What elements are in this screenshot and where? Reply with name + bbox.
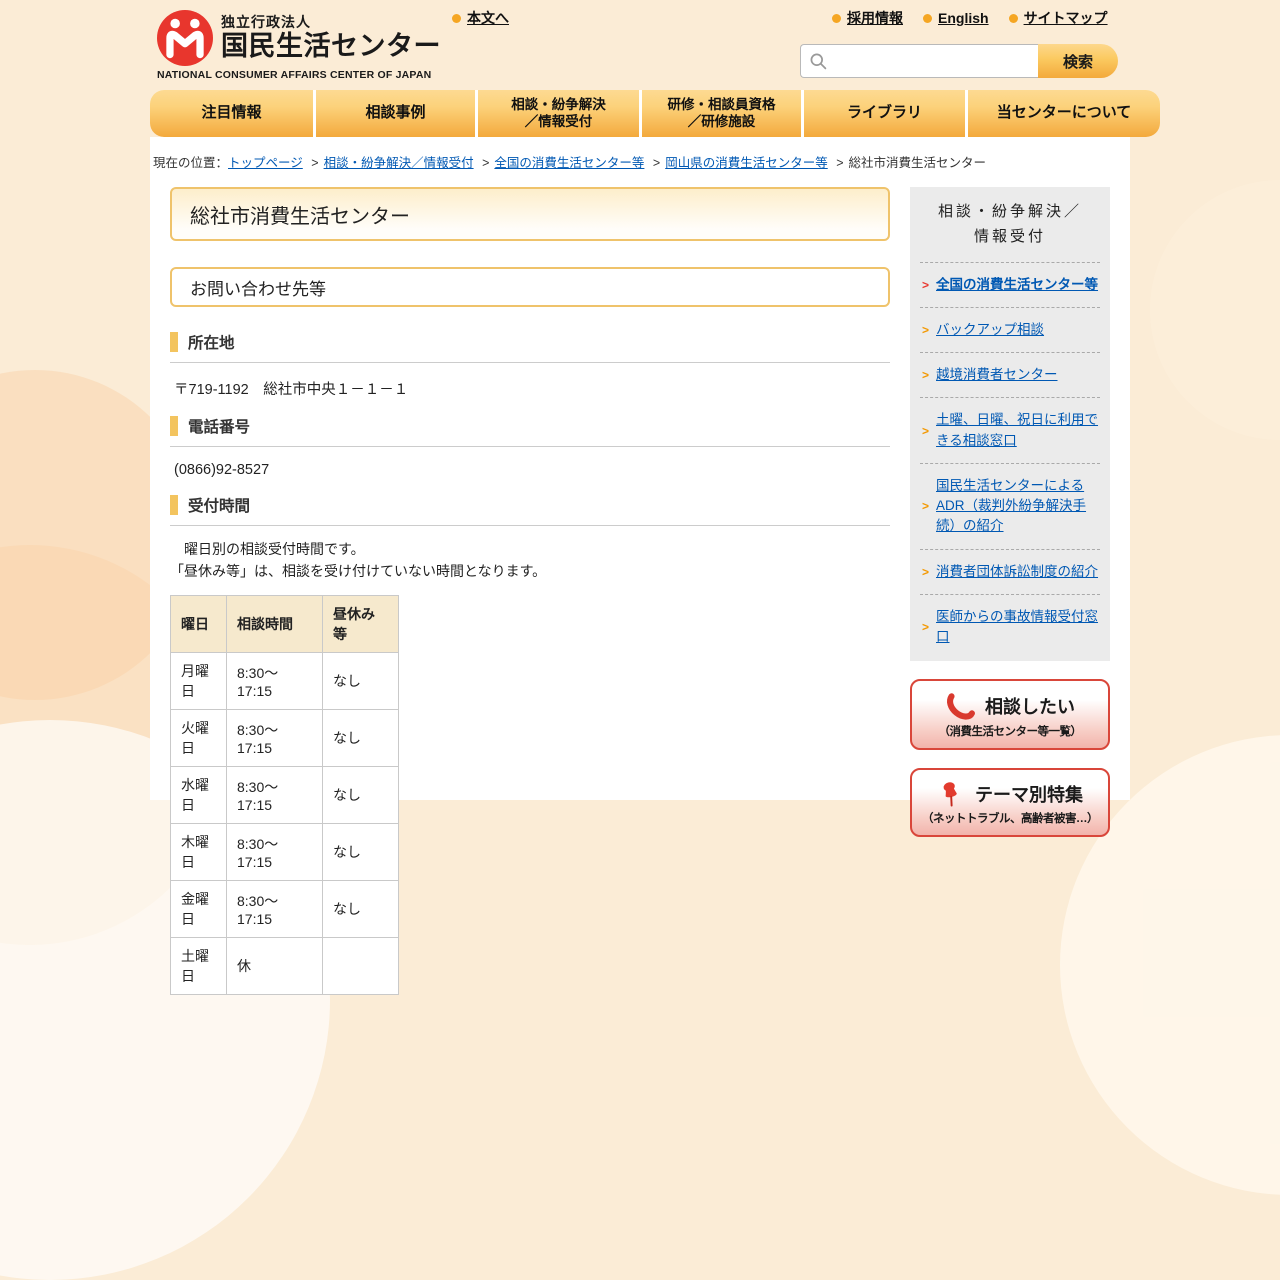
table-header-row: 曜日 相談時間 昼休み等 (170, 594, 399, 653)
breadcrumb-separator: > (482, 156, 490, 170)
nav-item-cases[interactable]: 相談事例 (316, 90, 475, 137)
theme-feature-button[interactable]: テーマ別特集 （ネットトラブル、高齢者被害…） (910, 768, 1110, 838)
bullet-icon (923, 13, 932, 23)
nav-item-training[interactable]: 研修・相談員資格 ／研修施設 (642, 90, 801, 137)
site-logo[interactable]: 独立行政法人 国民生活センター NATIONAL CONSUMER AFFAIR… (157, 10, 441, 81)
hours-table: 曜日 相談時間 昼休み等 月曜日 8:30～17:15 なし 火曜日 8:30～… (170, 594, 399, 995)
arrow-icon: > (922, 564, 930, 579)
heading-bar-icon (170, 495, 178, 515)
english-link[interactable]: English (923, 8, 989, 28)
sidebar-item-adr[interactable]: > 国民生活センターによるADR（裁判外紛争解決手続）の紹介 (920, 462, 1100, 549)
breadcrumb: 現在の位置：トップページ > 相談・紛争解決／情報受付 > 全国の消費生活センター等… (150, 137, 1130, 171)
search-bar: 検索 (800, 44, 1118, 78)
arrow-icon: > (922, 322, 930, 337)
ncac-logo-icon (157, 10, 213, 66)
search-button[interactable]: 検索 (1038, 44, 1118, 78)
sidebar-item-crossborder[interactable]: > 越境消費者センター (920, 352, 1100, 397)
sidebar: 相談・紛争解決／ 情報受付 > 全国の消費生活センター等 > バックアップ相談 … (910, 187, 1110, 995)
phone-value: (0866)92-8527 (174, 462, 270, 478)
sidebar-menu: 相談・紛争解決／ 情報受付 > 全国の消費生活センター等 > バックアップ相談 … (910, 187, 1110, 662)
nav-item-featured[interactable]: 注目情報 (150, 90, 313, 137)
col-header-day: 曜日 (170, 594, 227, 653)
nav-item-about[interactable]: 当センターについて (968, 90, 1160, 137)
col-header-time: 相談時間 (226, 594, 323, 653)
arrow-icon: > (922, 368, 930, 383)
bullet-icon (832, 13, 841, 23)
heading-bar-icon (170, 416, 178, 436)
address-value: 〒719-1192 総社市中央１－１－１ (174, 382, 409, 398)
nav-item-consultation[interactable]: 相談・紛争解決 ／情報受付 (478, 90, 639, 137)
recruit-link[interactable]: 採用情報 (832, 8, 903, 28)
arrow-icon: > (922, 277, 930, 292)
sidebar-heading: 相談・紛争解決／ 情報受付 (937, 203, 1082, 245)
org-name: 国民生活センター (221, 31, 441, 61)
org-name-english: NATIONAL CONSUMER AFFAIRS CENTER OF JAPA… (157, 69, 432, 81)
table-row: 月曜日 8:30～17:15 なし (170, 651, 399, 710)
nav-item-library[interactable]: ライブラリ (804, 90, 965, 137)
arrow-icon: > (922, 499, 930, 514)
table-row: 金曜日 8:30～17:15 なし (170, 879, 399, 938)
breadcrumb-link-consultation[interactable]: 相談・紛争解決／情報受付 (324, 156, 474, 170)
skip-link-label[interactable]: 本文へ (467, 8, 509, 28)
heading-bar-icon (170, 332, 178, 352)
main-content: 総社市消費生活センター お問い合わせ先等 所在地 〒719-1192 総社市中央… (170, 187, 890, 995)
sidebar-item-backup[interactable]: > バックアップ相談 (920, 306, 1100, 352)
hours-note: 曜日別の相談受付時間です。 「昼休み等」は、相談を受け付けていない時間となります… (170, 541, 547, 580)
sidebar-item-weekend[interactable]: > 土曜、日曜、祝日に利用できる相談窓口 (920, 397, 1100, 463)
table-row: 木曜日 8:30～17:15 なし (170, 822, 399, 881)
sidebar-item-national-centers[interactable]: > 全国の消費生活センター等 (920, 261, 1100, 307)
search-input[interactable] (800, 44, 1038, 78)
breadcrumb-link-home[interactable]: トップページ (228, 156, 303, 170)
arrow-icon: > (922, 620, 930, 634)
site-header: 独立行政法人 国民生活センター NATIONAL CONSUMER AFFAIR… (0, 0, 1280, 90)
breadcrumb-separator: > (652, 156, 661, 170)
sidebar-item-doctor-report[interactable]: > 医師からの事故情報受付窓口 (920, 593, 1100, 660)
bullet-icon (1008, 13, 1018, 23)
page-title: 総社市消費生活センター (170, 187, 890, 241)
breadcrumb-separator: > (836, 156, 844, 170)
consult-button[interactable]: 相談したい （消費生活センター等一覧） (910, 679, 1110, 751)
breadcrumb-link-okayama[interactable]: 岡山県の消費生活センター等 (665, 156, 828, 170)
col-header-break: 昼休み等 (322, 594, 399, 653)
sitemap-link[interactable]: サイトマップ (1008, 8, 1108, 28)
contact-section-title: お問い合わせ先等 (170, 267, 890, 307)
utility-links: 採用情報 English サイトマップ (832, 8, 1108, 28)
breadcrumb-separator: > (311, 156, 319, 170)
arrow-icon: > (922, 423, 930, 438)
sidebar-item-lawsuit[interactable]: > 消費者団体訴訟制度の紹介 (920, 548, 1100, 594)
address-heading: 所在地 (170, 331, 890, 363)
global-nav: 注目情報 相談事例 相談・紛争解決 ／情報受付 研修・相談員資格 ／研修施設 ラ… (150, 90, 1160, 137)
content-sheet: 現在の位置：トップページ > 相談・紛争解決／情報受付 > 全国の消費生活センター等… (150, 137, 1130, 995)
breadcrumb-current: 総社市消費生活センター (848, 156, 987, 170)
pushpin-icon (937, 780, 965, 808)
background-circle (1150, 180, 1280, 440)
table-row: 土曜日 休 (170, 936, 399, 995)
phone-heading: 電話番号 (170, 415, 890, 447)
table-row: 水曜日 8:30～17:15 なし (170, 765, 399, 824)
skip-to-content-link[interactable]: 本文へ (452, 8, 509, 28)
phone-icon (945, 691, 975, 721)
bullet-icon (452, 13, 461, 23)
table-row: 火曜日 8:30～17:15 なし (170, 708, 399, 767)
org-type: 独立行政法人 (221, 14, 311, 30)
breadcrumb-link-centers[interactable]: 全国の消費生活センター等 (494, 156, 644, 170)
breadcrumb-prefix: 現在の位置： (153, 156, 229, 170)
hours-heading: 受付時間 (170, 494, 890, 526)
